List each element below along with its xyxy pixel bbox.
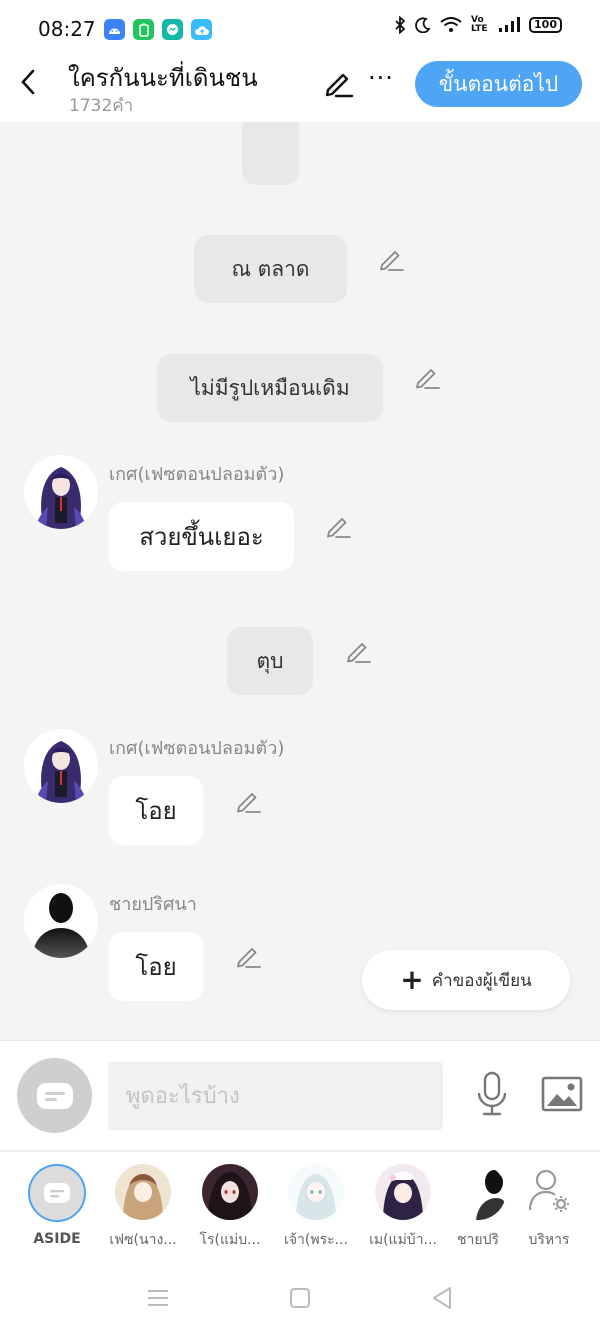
anime-girl-avatar-image bbox=[288, 1164, 344, 1220]
cloud-upload-icon bbox=[191, 19, 212, 40]
status-time: 08:27 bbox=[38, 17, 96, 41]
character-item[interactable]: เจ้า(พระ... bbox=[278, 1164, 354, 1251]
character-avatar[interactable] bbox=[24, 455, 98, 529]
character-avatar bbox=[115, 1164, 171, 1220]
messenger-icon bbox=[162, 19, 183, 40]
character-label: โร(แม่บ... bbox=[199, 1232, 261, 1248]
image-icon bbox=[541, 1076, 583, 1112]
edit-pen-icon[interactable] bbox=[344, 638, 372, 666]
story-header: ใครกันนะที่เดินชน 1732คำ ··· ขั้นตอนต่อไ… bbox=[0, 58, 600, 122]
back-button[interactable] bbox=[14, 64, 42, 100]
speaker-name: เกศ(เฟซตอนปลอมตัว) bbox=[109, 738, 285, 759]
silhouette-avatar-image bbox=[450, 1164, 506, 1220]
plus-icon: + bbox=[400, 963, 424, 996]
user-settings-icon bbox=[528, 1169, 569, 1212]
character-label: เฟซ(นาง... bbox=[109, 1232, 177, 1248]
manage-avatar bbox=[521, 1164, 577, 1220]
speaker-name: ชายปริศนา bbox=[109, 894, 197, 915]
narration-bubble[interactable]: ตุบ bbox=[227, 627, 313, 695]
speech-bubble-icon bbox=[44, 1183, 70, 1203]
pencil-icon bbox=[325, 73, 354, 98]
microphone-icon bbox=[477, 1071, 507, 1116]
next-step-button[interactable]: ขั้นตอนต่อไป bbox=[415, 61, 582, 107]
volte-label: Vo LTE bbox=[471, 15, 488, 34]
speech-bubble-icon bbox=[36, 1082, 73, 1109]
android-icon bbox=[104, 19, 125, 40]
edit-title-button[interactable] bbox=[322, 68, 354, 100]
dialogue-bubble[interactable]: โอย bbox=[109, 932, 203, 1001]
battery-indicator: 100 bbox=[529, 17, 562, 33]
character-avatar bbox=[375, 1164, 431, 1220]
character-label: ASIDE bbox=[33, 1231, 81, 1247]
character-avatar[interactable] bbox=[24, 884, 98, 958]
anime-girl-avatar-image bbox=[202, 1164, 258, 1220]
character-selector: ASIDE เฟซ(นาง... โร(แม่บ... เจ้า(พระ... … bbox=[0, 1151, 600, 1261]
character-item[interactable]: เม(แม่บ้า... bbox=[365, 1164, 441, 1251]
moon-icon bbox=[415, 17, 431, 33]
character-avatar bbox=[288, 1164, 344, 1220]
narration-bubble[interactable]: ณ ตลาด bbox=[194, 235, 347, 303]
character-label: ชายปริ bbox=[457, 1232, 499, 1248]
silhouette-avatar-image bbox=[24, 884, 98, 958]
anime-girl-avatar-image bbox=[24, 455, 98, 529]
back-triangle-icon[interactable] bbox=[429, 1285, 455, 1311]
edit-pen-icon[interactable] bbox=[377, 246, 405, 274]
dialogue-bubble[interactable]: สวยขึ้นเยอะ bbox=[109, 502, 294, 571]
wifi-icon bbox=[440, 17, 462, 32]
edit-pen-icon[interactable] bbox=[234, 788, 262, 816]
status-bar: 08:27 Vo LTE 100 bbox=[0, 0, 600, 58]
voice-input-button[interactable] bbox=[473, 1071, 511, 1117]
insert-image-button[interactable] bbox=[541, 1076, 583, 1112]
word-count: 1732คำ bbox=[69, 96, 134, 116]
character-item[interactable]: โร(แม่บ... bbox=[192, 1164, 268, 1251]
manage-characters-button[interactable]: บริหาร bbox=[511, 1164, 587, 1251]
aside-toggle-button[interactable] bbox=[17, 1058, 92, 1133]
narration-partial[interactable] bbox=[242, 122, 299, 185]
edit-pen-icon[interactable] bbox=[413, 364, 441, 392]
system-nav-bar bbox=[0, 1261, 600, 1333]
character-aside[interactable]: ASIDE bbox=[19, 1164, 95, 1247]
chevron-left-icon bbox=[21, 69, 35, 95]
character-item[interactable]: เฟซ(นาง... bbox=[105, 1164, 181, 1251]
anime-girl-avatar-image bbox=[115, 1164, 171, 1220]
speaker-name: เกศ(เฟซตอนปลอมตัว) bbox=[109, 464, 285, 485]
character-avatar[interactable] bbox=[24, 729, 98, 803]
character-item[interactable]: ชายปริ bbox=[440, 1164, 516, 1251]
bluetooth-icon bbox=[395, 16, 406, 34]
anime-girl-avatar-image bbox=[24, 729, 98, 803]
character-label: เม(แม่บ้า... bbox=[369, 1232, 437, 1248]
dialogue-bubble[interactable]: โอย bbox=[109, 776, 203, 845]
more-options-button[interactable]: ··· bbox=[368, 64, 394, 92]
anime-girl-avatar-image bbox=[375, 1164, 431, 1220]
edit-pen-icon[interactable] bbox=[234, 943, 262, 971]
author-note-label: คำของผู้เขียน bbox=[431, 970, 532, 991]
message-input[interactable] bbox=[108, 1062, 443, 1130]
message-composer bbox=[0, 1040, 600, 1150]
character-avatar bbox=[202, 1164, 258, 1220]
signal-icon bbox=[499, 17, 521, 32]
chat-area[interactable]: ณ ตลาด ไม่มีรูปเหมือนเดิม เกศ(เฟซตอนปลอม… bbox=[0, 122, 600, 1040]
character-label: เจ้า(พระ... bbox=[284, 1232, 348, 1248]
system-indicators: Vo LTE 100 bbox=[394, 16, 562, 34]
notification-icons bbox=[104, 19, 212, 40]
character-label: บริหาร bbox=[528, 1232, 570, 1248]
character-avatar bbox=[450, 1164, 506, 1220]
aside-avatar bbox=[28, 1164, 86, 1222]
home-icon[interactable] bbox=[287, 1285, 313, 1311]
add-author-note-button[interactable]: + คำของผู้เขียน bbox=[362, 950, 570, 1010]
menu-icon[interactable] bbox=[145, 1285, 171, 1311]
edit-pen-icon[interactable] bbox=[324, 513, 352, 541]
narration-bubble[interactable]: ไม่มีรูปเหมือนเดิม bbox=[157, 354, 383, 422]
battery-app-icon bbox=[133, 19, 154, 40]
